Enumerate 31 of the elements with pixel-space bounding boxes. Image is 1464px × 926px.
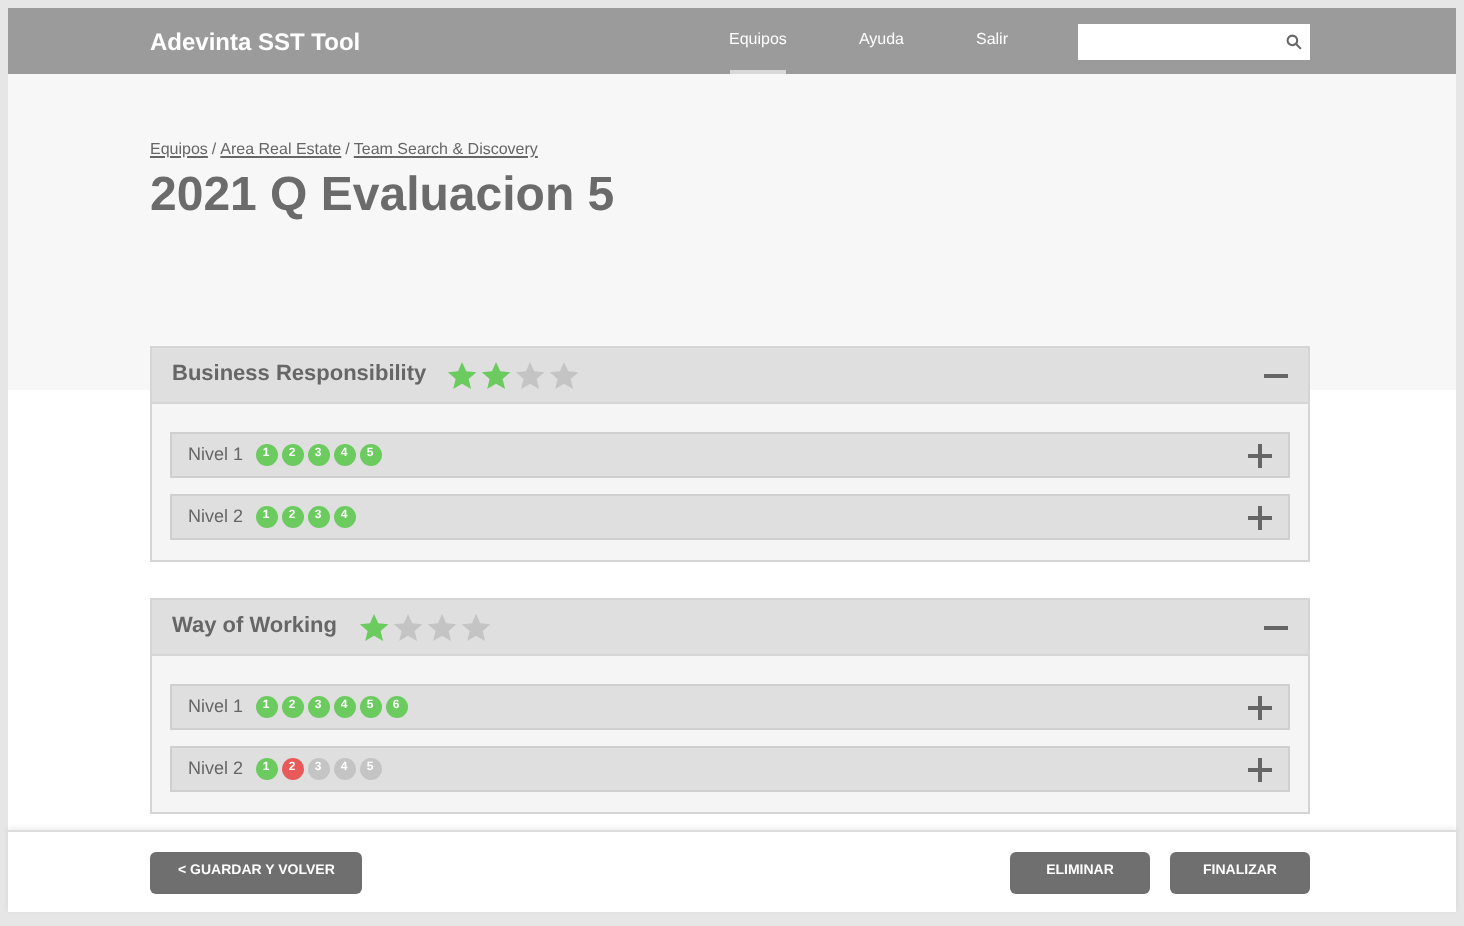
star-icon [548, 359, 581, 391]
page-title: 2021 Q Evaluacion 5 [150, 166, 617, 226]
nav-link[interactable]: Ayuda [858, 8, 904, 74]
level-label: Nivel 1 [188, 693, 244, 720]
section-header[interactable]: Way of Working [152, 600, 1308, 656]
search-icon [1286, 33, 1302, 49]
section-header[interactable]: Business Responsibility [152, 348, 1308, 404]
star-icon [459, 611, 491, 643]
star-icon [357, 611, 389, 643]
level-label: Nivel 2 [188, 755, 244, 782]
app-title: Adevinta SST Tool [150, 25, 361, 59]
breadcrumb-link[interactable]: Area Real Estate [220, 140, 342, 158]
section-title: Way of Working [172, 612, 337, 643]
star-icon [480, 359, 513, 391]
expand-icon[interactable] [1248, 505, 1272, 529]
star-icon [425, 611, 457, 643]
expand-icon[interactable] [1248, 443, 1272, 467]
breadcrumb-separator: / [345, 140, 350, 158]
search-field[interactable] [1078, 23, 1310, 59]
star-icon [446, 359, 479, 391]
star-icon [514, 359, 547, 391]
section-title: Business Responsibility [172, 360, 427, 391]
nav-link[interactable]: Salir [975, 8, 1008, 74]
star-icon [391, 611, 423, 643]
level-label: Nivel 1 [188, 441, 244, 468]
expand-icon[interactable] [1248, 695, 1272, 719]
level-label: Nivel 2 [188, 503, 244, 530]
expand-icon[interactable] [1248, 757, 1272, 781]
breadcrumb-link[interactable]: Team Search & Discovery [353, 140, 538, 158]
breadcrumb-separator: / [211, 140, 217, 158]
breadcrumb-link[interactable]: Equipos [150, 140, 208, 158]
